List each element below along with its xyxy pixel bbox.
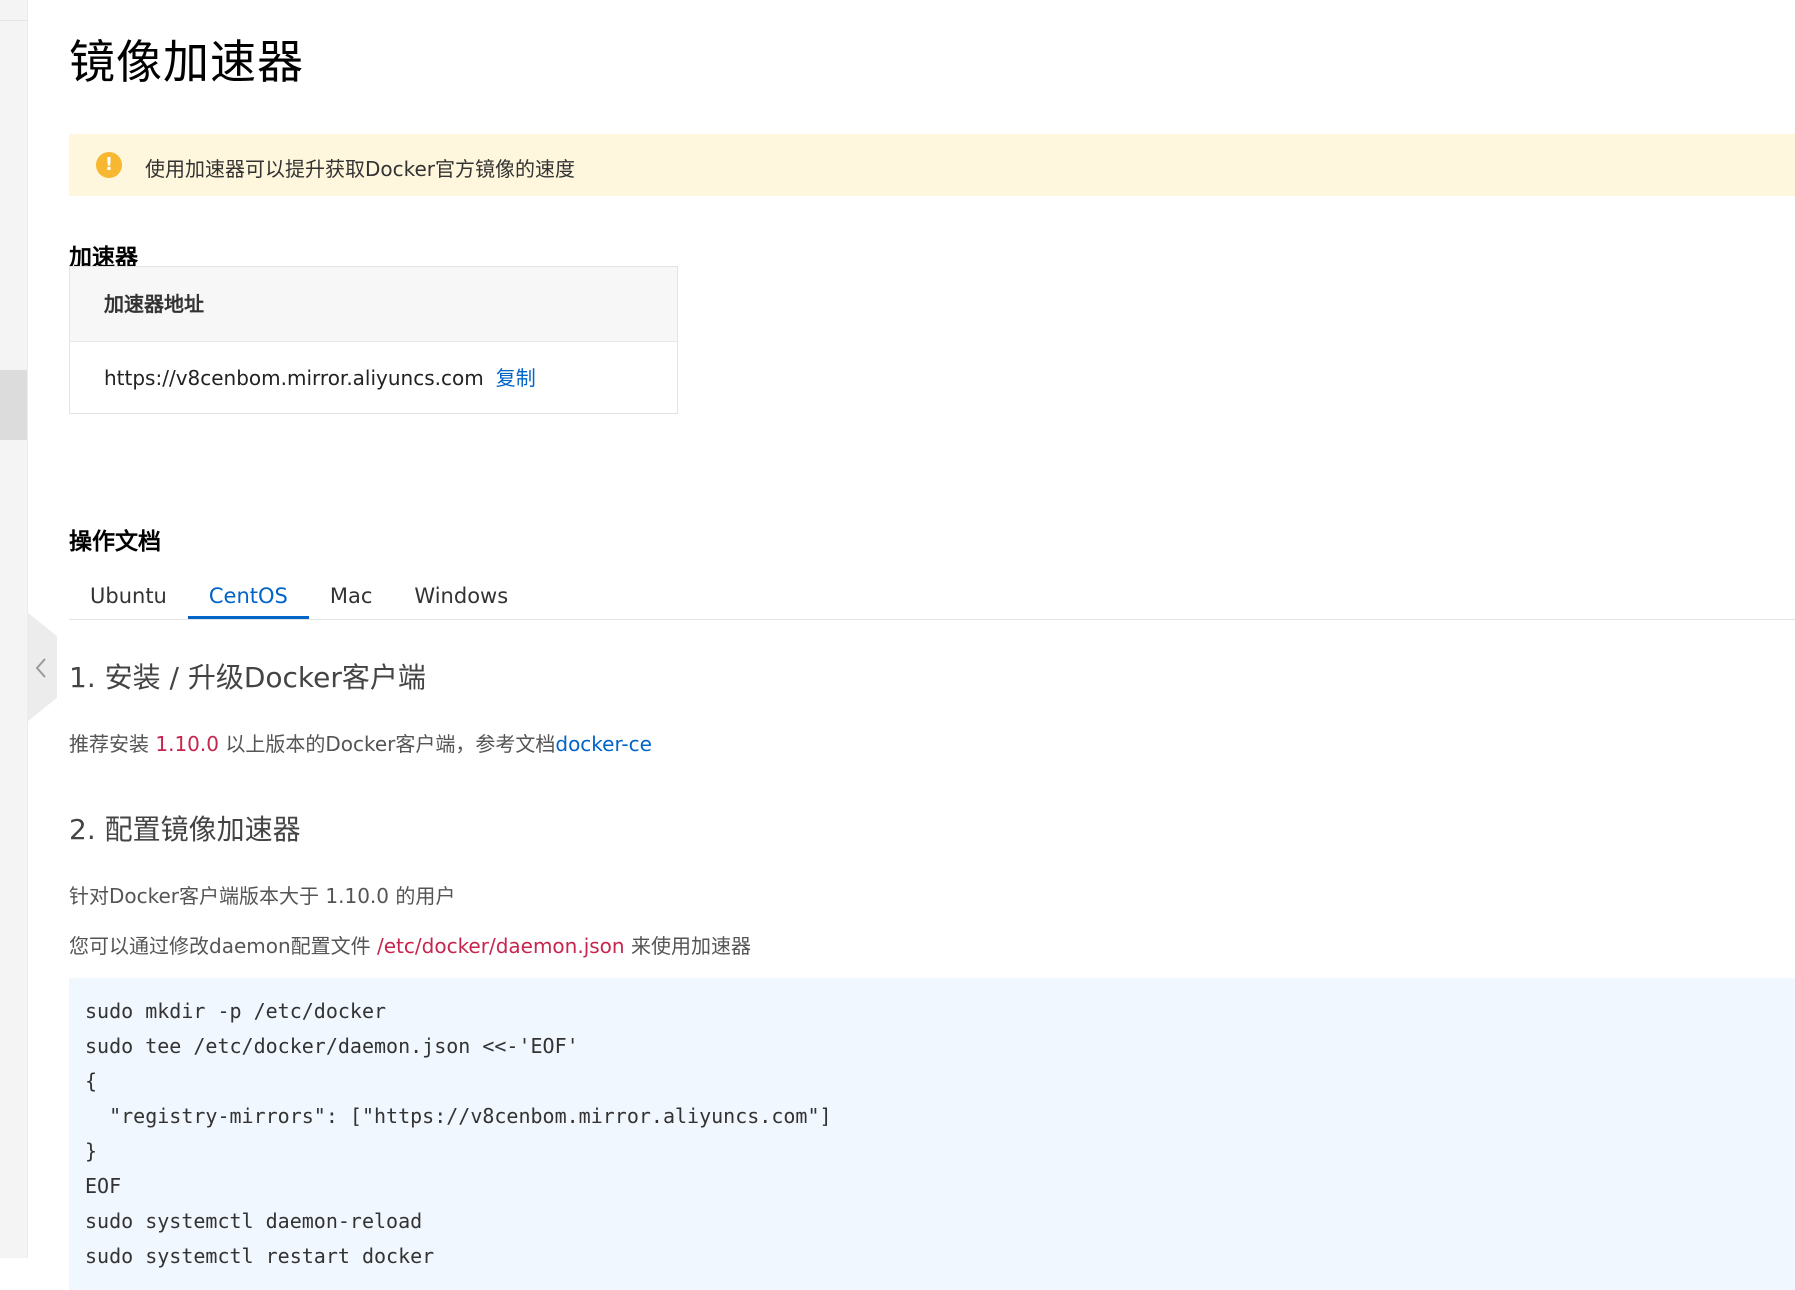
config-file-path: /etc/docker/daemon.json [377,934,625,958]
step2-line2: 您可以通过修改daemon配置文件 /etc/docker/daemon.jso… [69,930,751,959]
warning-icon: ! [96,152,122,178]
notice-banner: ! 使用加速器可以提升获取Docker官方镜像的速度 [69,134,1795,196]
docs-section-title: 操作文档 [69,529,161,555]
tab-centos[interactable]: CentOS [187,576,309,619]
code-line: { [85,1069,98,1093]
accelerator-card-header: 加速器地址 [70,267,677,342]
step2-line2-before: 您可以通过修改daemon配置文件 [69,934,378,958]
step2-heading: 2. 配置镜像加速器 [69,813,301,846]
copy-address-link[interactable]: 复制 [496,366,536,390]
code-line: sudo systemctl restart docker [85,1244,435,1268]
step1-text-before: 推荐安装 [69,732,156,756]
recommended-version: 1.10.0 [155,732,219,756]
chevron-left-icon [35,658,46,678]
sidebar-collapse-handle[interactable] [27,612,57,722]
accelerator-address: https://v8cenbom.mirror.aliyuncs.com [104,366,484,390]
code-line: sudo tee /etc/docker/daemon.json <<-'EOF… [85,1034,579,1058]
code-line: "registry-mirrors": ["https://v8cenbom.m… [85,1104,832,1128]
accelerator-card-body: https://v8cenbom.mirror.aliyuncs.com 复制 [70,342,677,414]
os-tabs: Ubuntu CentOS Mac Windows [69,576,1795,620]
accelerator-card: 加速器地址 https://v8cenbom.mirror.aliyuncs.c… [69,266,678,414]
notice-text: 使用加速器可以提升获取Docker官方镜像的速度 [145,157,576,181]
left-sidebar-rail [0,0,28,1258]
code-line: } [85,1139,98,1163]
step1-text-after: 以上版本的Docker客户端，参考文档 [218,732,556,756]
sidebar-active-indicator[interactable] [0,370,27,440]
tab-mac[interactable]: Mac [309,576,394,619]
rail-divider [0,20,27,21]
tab-ubuntu[interactable]: Ubuntu [69,576,188,619]
code-line: EOF [85,1174,122,1198]
tab-windows[interactable]: Windows [393,576,529,619]
step2-line1: 针对Docker客户端版本大于 1.10.0 的用户 [69,884,456,908]
page-title: 镜像加速器 [69,35,304,89]
code-line: sudo systemctl daemon-reload [85,1209,423,1233]
code-line: sudo mkdir -p /etc/docker [85,999,387,1023]
code-block[interactable]: sudo mkdir -p /etc/docker sudo tee /etc/… [69,978,1795,1290]
docker-ce-link[interactable]: docker-ce [555,732,652,756]
step1-text: 推荐安装 1.10.0 以上版本的Docker客户端，参考文档docker-ce [69,728,652,757]
step1-heading: 1. 安装 / 升级Docker客户端 [69,661,426,694]
step2-line2-after: 来使用加速器 [624,934,751,958]
